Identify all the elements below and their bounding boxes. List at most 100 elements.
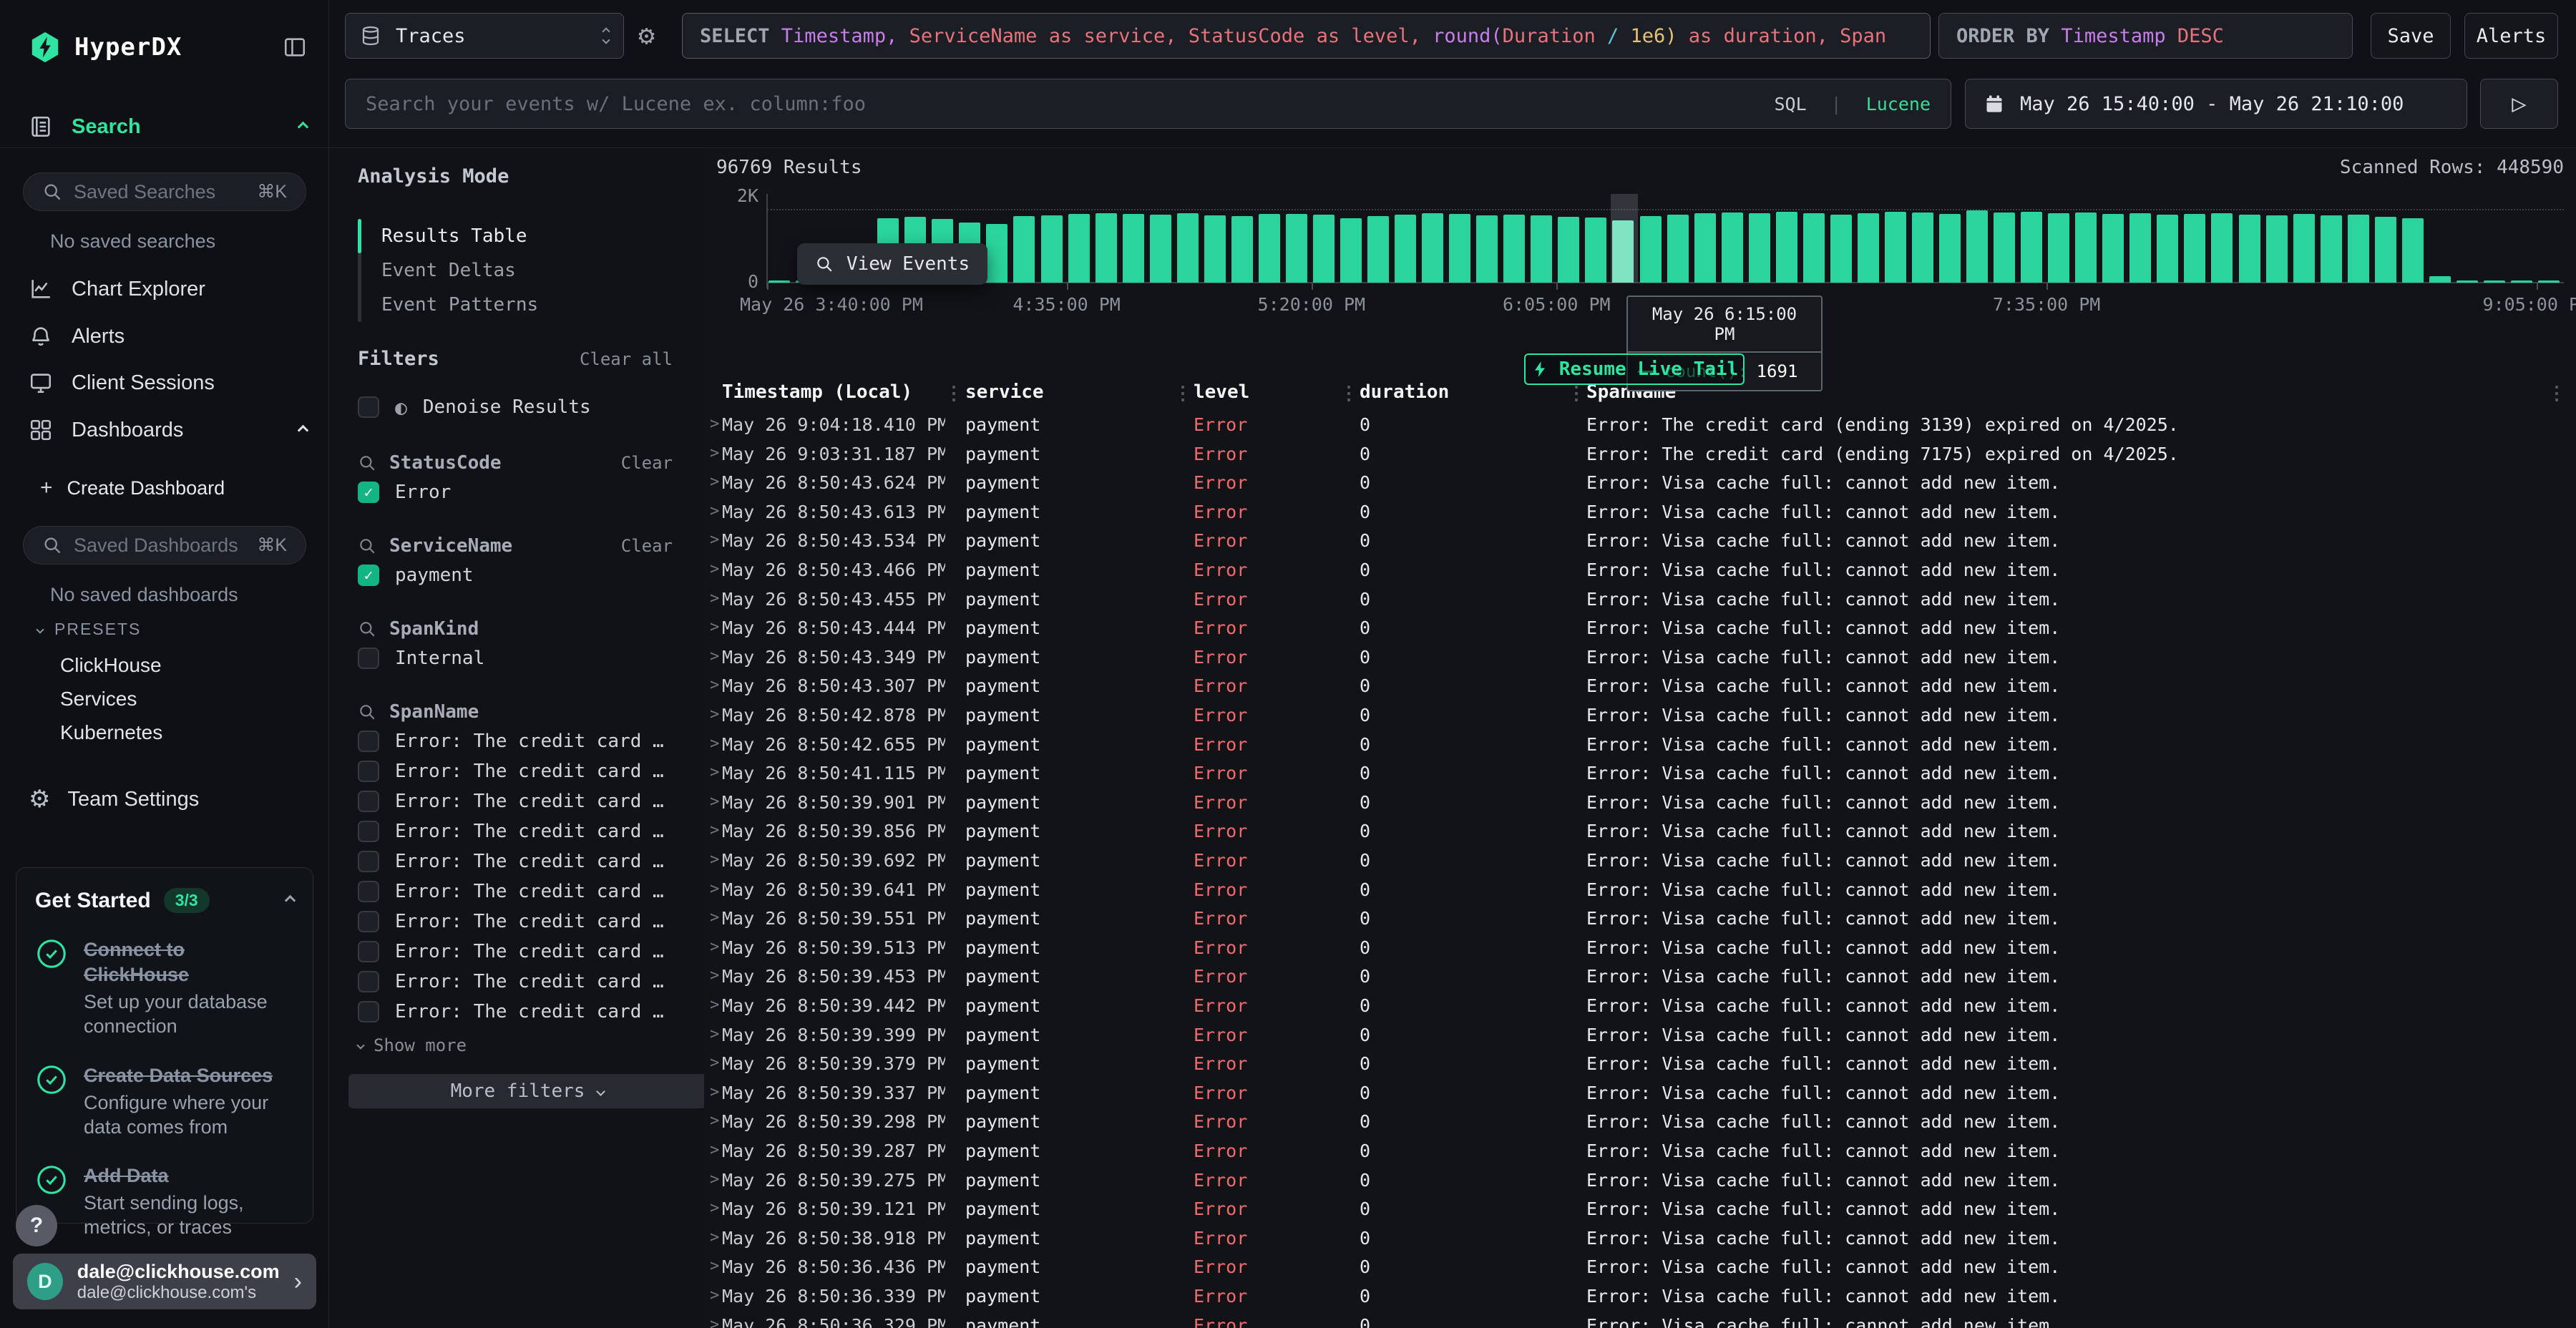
filter-option[interactable]: Error: The credit card …	[358, 907, 673, 937]
filter-option[interactable]: ✓payment	[358, 560, 673, 590]
histogram-bar[interactable]	[1231, 216, 1253, 283]
sidebar-item-alerts[interactable]: Alerts	[29, 318, 307, 354]
sql-select-editor[interactable]: SELECT Timestamp, ServiceName as service…	[682, 13, 1931, 59]
table-row[interactable]: >May 26 8:50:39.275 PMpaymentError0Error…	[704, 1165, 2576, 1194]
column-resize-handle-icon[interactable]: ⋮	[1174, 383, 1192, 404]
denoise-results-toggle[interactable]: ◐ Denoise Results	[358, 390, 673, 424]
histogram-bar[interactable]	[2102, 214, 2124, 283]
checkbox-unchecked[interactable]	[358, 791, 379, 812]
histogram-bar[interactable]	[1994, 213, 2015, 283]
table-row[interactable]: >May 26 8:50:39.399 PMpaymentError0Error…	[704, 1020, 2576, 1049]
clear-filter-link[interactable]: Clear	[621, 453, 673, 473]
histogram-bar[interactable]	[1013, 216, 1035, 283]
table-row[interactable]: >May 26 8:50:39.379 PMpaymentError0Error…	[704, 1048, 2576, 1078]
denoise-checkbox[interactable]	[358, 396, 379, 418]
histogram-bar[interactable]	[1912, 213, 1933, 283]
histogram-bar[interactable]	[986, 224, 1008, 283]
histogram-bar[interactable]	[1858, 213, 1879, 283]
histogram-bar[interactable]	[2184, 214, 2205, 283]
histogram-bar[interactable]	[1340, 218, 1362, 283]
histogram-bar[interactable]	[1068, 214, 1090, 283]
table-row[interactable]: >May 26 8:50:39.856 PMpaymentError0Error…	[704, 816, 2576, 845]
get-started-item[interactable]: Add Data Start sending logs, metrics, or…	[35, 1163, 294, 1240]
filter-option[interactable]: Error: The credit card …	[358, 816, 673, 846]
histogram-bar[interactable]	[2211, 213, 2233, 283]
histogram-bar[interactable]	[1749, 213, 1770, 283]
table-row[interactable]: >May 26 8:50:43.624 PMpaymentError0Error…	[704, 467, 2576, 497]
table-row[interactable]: >May 26 8:50:36.339 PMpaymentError0Error…	[704, 1281, 2576, 1310]
filter-option[interactable]: Error: The credit card …	[358, 877, 673, 907]
date-range-picker[interactable]: May 26 15:40:00 - May 26 21:10:00	[1965, 79, 2467, 129]
histogram-bar[interactable]	[2239, 215, 2260, 283]
filter-option[interactable]: Error: The credit card …	[358, 937, 673, 967]
checkbox-unchecked[interactable]	[358, 761, 379, 782]
histogram-bar[interactable]	[1503, 215, 1525, 283]
histogram-bar[interactable]	[2129, 213, 2151, 283]
checkbox-unchecked[interactable]	[358, 648, 379, 669]
filter-option[interactable]: Error: The credit card …	[358, 967, 673, 997]
team-settings-button[interactable]: ⚙ Team Settings	[29, 787, 199, 811]
histogram-bar[interactable]	[1667, 215, 1689, 283]
view-events-tooltip-button[interactable]: View Events	[797, 243, 987, 285]
histogram-bar[interactable]	[1694, 213, 1716, 283]
histogram-bar[interactable]	[1476, 215, 1498, 283]
sidebar-item-dashboards[interactable]: Dashboards	[29, 412, 307, 448]
histogram-bar[interactable]	[1204, 215, 1226, 283]
histogram-bar[interactable]	[1966, 210, 1988, 283]
table-row[interactable]: >May 26 8:50:39.337 PMpaymentError0Error…	[704, 1078, 2576, 1107]
run-query-button[interactable]: ▷	[2480, 79, 2558, 129]
histogram-bar[interactable]	[2429, 276, 2451, 283]
table-row[interactable]: >May 26 8:50:39.551 PMpaymentError0Error…	[704, 903, 2576, 932]
table-row[interactable]: >May 26 8:50:43.307 PMpaymentError0Error…	[704, 670, 2576, 700]
histogram-bar[interactable]	[2402, 218, 2424, 283]
checkbox-unchecked[interactable]	[358, 911, 379, 932]
checkbox-unchecked[interactable]	[358, 1001, 379, 1022]
preset-clickhouse[interactable]: ClickHouse	[60, 654, 162, 677]
sidebar-collapse-icon[interactable]	[283, 35, 307, 59]
histogram-bar[interactable]	[2266, 215, 2288, 283]
histogram-bar[interactable]	[1531, 215, 1552, 283]
event-search-input[interactable]: Search your events w/ Lucene ex. column:…	[345, 79, 1951, 129]
column-header-timestamp-local-[interactable]: Timestamp (Local)	[722, 381, 912, 403]
table-row[interactable]: >May 26 9:03:31.187 PMpaymentError0Error…	[704, 439, 2576, 468]
table-row[interactable]: >May 26 8:50:36.436 PMpaymentError0Error…	[704, 1251, 2576, 1281]
get-started-item[interactable]: Create Data Sources Configure where your…	[35, 1063, 294, 1140]
histogram-bar[interactable]	[1150, 215, 1171, 283]
language-toggle-lucene[interactable]: Lucene	[1866, 94, 1931, 114]
table-row[interactable]: >May 26 8:50:42.878 PMpaymentError0Error…	[704, 700, 2576, 729]
language-toggle-sql[interactable]: SQL	[1774, 94, 1806, 114]
checkbox-unchecked[interactable]	[358, 851, 379, 872]
histogram-bar[interactable]	[1449, 214, 1470, 283]
histogram-bar[interactable]	[1123, 214, 1144, 283]
table-row[interactable]: >May 26 8:50:43.534 PMpaymentError0Error…	[704, 525, 2576, 555]
preset-services[interactable]: Services	[60, 688, 137, 711]
table-row[interactable]: >May 26 8:50:43.444 PMpaymentError0Error…	[704, 612, 2576, 642]
table-row[interactable]: >May 26 8:50:39.901 PMpaymentError0Error…	[704, 787, 2576, 816]
checkbox-unchecked[interactable]	[358, 731, 379, 752]
histogram-bar[interactable]	[2321, 215, 2342, 283]
analysis-mode-event-deltas[interactable]: Event Deltas	[361, 253, 673, 288]
filter-option[interactable]: Error: The credit card …	[358, 756, 673, 786]
checkbox-checked[interactable]: ✓	[358, 565, 379, 586]
user-menu[interactable]: D dale@clickhouse.com dale@clickhouse.co…	[13, 1254, 316, 1309]
column-header-duration[interactable]: duration	[1360, 381, 1449, 403]
clear-all-filters-link[interactable]: Clear all	[580, 349, 673, 369]
column-resize-handle-icon[interactable]: ⋮	[2547, 383, 2566, 404]
save-button[interactable]: Save	[2371, 13, 2451, 59]
filter-option[interactable]: ✓Error	[358, 477, 673, 507]
histogram-bar[interactable]	[1395, 215, 1416, 283]
saved-dashboards-input[interactable]: Saved Dashboards ⌘K	[23, 526, 306, 565]
table-row[interactable]: >May 26 8:50:43.466 PMpaymentError0Error…	[704, 555, 2576, 584]
table-row[interactable]: >May 26 8:50:39.513 PMpaymentError0Error…	[704, 932, 2576, 962]
histogram-bar[interactable]	[2457, 280, 2478, 283]
source-settings-gear-icon[interactable]: ⚙	[638, 21, 655, 49]
filter-option[interactable]: Error: The credit card …	[358, 786, 673, 816]
histogram-bar[interactable]	[1041, 215, 1063, 283]
more-filters-button[interactable]: More filters	[348, 1074, 706, 1108]
column-header-service[interactable]: service	[965, 381, 1044, 403]
histogram-bar[interactable]	[1313, 215, 1335, 283]
checkbox-unchecked[interactable]	[358, 941, 379, 962]
histogram-bar[interactable]	[2157, 215, 2178, 283]
sidebar-item-search[interactable]: Search	[29, 109, 307, 145]
checkbox-unchecked[interactable]	[358, 821, 379, 842]
